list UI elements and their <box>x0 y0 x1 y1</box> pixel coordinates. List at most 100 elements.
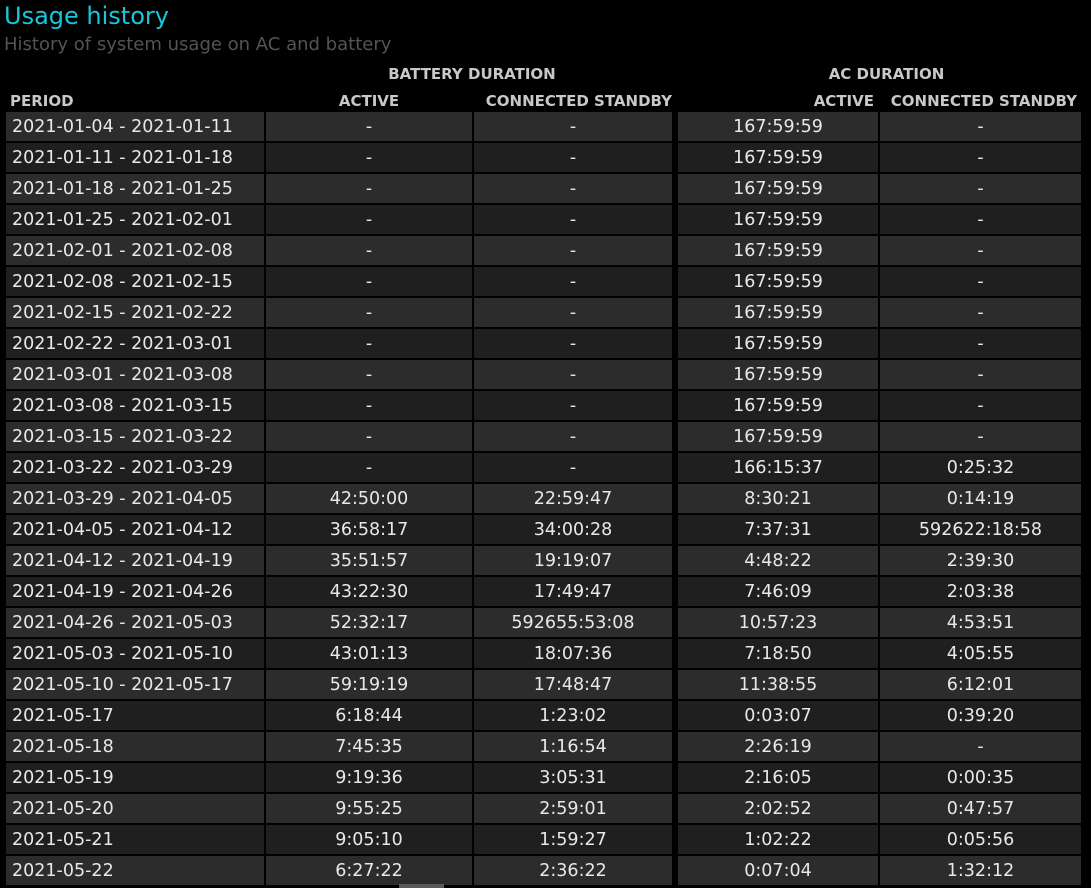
table-row: 2021-03-01 - 2021-03-08- -167:59:59- <box>6 360 1081 389</box>
table-row: 2021-04-05 - 2021-04-12 36:58:17 34:00:28 7… <box>6 515 1081 544</box>
table-row: 2021-02-22 - 2021-03-01- -167:59:59- <box>6 329 1081 358</box>
battery-active-cell: 59:19:19 <box>266 670 472 699</box>
ac-active-cell: 167:59:59 <box>678 391 878 420</box>
ac-active-cell: 1:02:22 <box>678 825 878 854</box>
ac-connected-standby-cell: 0:39:20 <box>880 701 1081 730</box>
period-cell: 2021-02-01 - 2021-02-08 <box>6 236 264 265</box>
ac-active-cell: 167:59:59 <box>678 174 878 203</box>
battery-connected-standby-cell: - <box>474 329 676 358</box>
horizontal-scrollbar-thumb[interactable] <box>399 884 444 888</box>
period-cell: 2021-05-20 <box>6 794 264 823</box>
table-row: 2021-03-29 - 2021-04-05 42:50:00 22:59:47 8… <box>6 484 1081 513</box>
ac-connected-standby-cell: - <box>880 236 1081 265</box>
ac-connected-standby-cell: 0:05:56 <box>880 825 1081 854</box>
battery-active-cell: - <box>266 112 472 141</box>
table-row: 2021-02-15 - 2021-02-22- -167:59:59- <box>6 298 1081 327</box>
battery-connected-standby-cell: 2:59:01 <box>474 794 676 823</box>
battery-active-cell: - <box>266 267 472 296</box>
ac-connected-standby-cell: - <box>880 298 1081 327</box>
period-cell: 2021-05-22 <box>6 856 264 885</box>
usage-history-table: PERIOD ACTIVE CONNECTED STANDBY ACTIVE C… <box>4 88 1083 887</box>
table-row: 2021-05-20 9:55:25 2:59:01 2:02:52 0:47:57 <box>6 794 1081 823</box>
table-row: 2021-05-21 9:05:10 1:59:27 1:02:22 0:05:56 <box>6 825 1081 854</box>
table-row: 2021-01-04 - 2021-01-11- -167:59:59- <box>6 112 1081 141</box>
battery-connected-standby-cell: - <box>474 205 676 234</box>
ac-connected-standby-cell: 6:12:01 <box>880 670 1081 699</box>
battery-active-cell: 6:27:22 <box>266 856 472 885</box>
battery-active-cell: - <box>266 391 472 420</box>
battery-connected-standby-cell: 22:59:47 <box>474 484 676 513</box>
ac-active-cell: 7:18:50 <box>678 639 878 668</box>
ac-connected-standby-cell: - <box>880 174 1081 203</box>
battery-active-cell: 52:32:17 <box>266 608 472 637</box>
ac-active-cell: 167:59:59 <box>678 298 878 327</box>
battery-connected-standby-cell: 18:07:36 <box>474 639 676 668</box>
battery-active-cell: - <box>266 174 472 203</box>
table-row: 2021-01-18 - 2021-01-25- -167:59:59- <box>6 174 1081 203</box>
period-cell: 2021-05-18 <box>6 732 264 761</box>
battery-connected-standby-cell: - <box>474 143 676 172</box>
column-header-battery-connected-standby: CONNECTED STANDBY <box>485 92 672 110</box>
usage-table-body: 2021-01-04 - 2021-01-11- -167:59:59-2021-… <box>6 112 1081 885</box>
ac-active-cell: 167:59:59 <box>678 112 878 141</box>
ac-active-cell: 167:59:59 <box>678 236 878 265</box>
ac-duration-group-header: AC DURATION <box>828 65 945 83</box>
ac-connected-standby-cell: 4:53:51 <box>880 608 1081 637</box>
battery-active-cell: - <box>266 205 472 234</box>
battery-active-cell: 35:51:57 <box>266 546 472 575</box>
column-header-ac-active: ACTIVE <box>813 92 874 110</box>
table-row: 2021-05-17 6:18:44 1:23:02 0:03:07 0:39:20 <box>6 701 1081 730</box>
ac-active-cell: 167:59:59 <box>678 329 878 358</box>
ac-connected-standby-cell: 0:14:19 <box>880 484 1081 513</box>
battery-connected-standby-cell: - <box>474 453 676 482</box>
battery-connected-standby-cell: 592655:53:08 <box>474 608 676 637</box>
table-row: 2021-03-22 - 2021-03-29- -166:15:37 0:25:3… <box>6 453 1081 482</box>
ac-connected-standby-cell: - <box>880 267 1081 296</box>
period-cell: 2021-03-29 - 2021-04-05 <box>6 484 264 513</box>
table-row: 2021-01-11 - 2021-01-18- -167:59:59- <box>6 143 1081 172</box>
battery-duration-group-header: BATTERY DURATION <box>388 65 556 83</box>
period-cell: 2021-05-03 - 2021-05-10 <box>6 639 264 668</box>
battery-connected-standby-cell: 1:59:27 <box>474 825 676 854</box>
ac-connected-standby-cell: - <box>880 360 1081 389</box>
ac-connected-standby-cell: - <box>880 205 1081 234</box>
ac-connected-standby-cell: - <box>880 732 1081 761</box>
ac-active-cell: 167:59:59 <box>678 422 878 451</box>
ac-connected-standby-cell: 2:39:30 <box>880 546 1081 575</box>
ac-connected-standby-cell: 0:00:35 <box>880 763 1081 792</box>
battery-active-cell: 6:18:44 <box>266 701 472 730</box>
period-cell: 2021-03-15 - 2021-03-22 <box>6 422 264 451</box>
column-header-row: PERIOD ACTIVE CONNECTED STANDBY ACTIVE C… <box>6 90 1081 110</box>
battery-connected-standby-cell: 1:16:54 <box>474 732 676 761</box>
table-row: 2021-05-19 9:19:36 3:05:31 2:16:05 0:00:35 <box>6 763 1081 792</box>
ac-connected-standby-cell: - <box>880 329 1081 358</box>
table-row: 2021-04-19 - 2021-04-26 43:22:30 17:49:47 7… <box>6 577 1081 606</box>
table-row: 2021-03-15 - 2021-03-22- -167:59:59- <box>6 422 1081 451</box>
period-cell: 2021-05-21 <box>6 825 264 854</box>
battery-connected-standby-cell: 19:19:07 <box>474 546 676 575</box>
table-row: 2021-05-22 6:27:22 2:36:22 0:07:04 1:32:12 <box>6 856 1081 885</box>
table-row: 2021-05-03 - 2021-05-10 43:01:13 18:07:36 7… <box>6 639 1081 668</box>
table-row: 2021-02-01 - 2021-02-08- -167:59:59- <box>6 236 1081 265</box>
battery-connected-standby-cell: - <box>474 360 676 389</box>
ac-connected-standby-cell: 2:03:38 <box>880 577 1081 606</box>
period-cell: 2021-03-22 - 2021-03-29 <box>6 453 264 482</box>
table-row: 2021-02-08 - 2021-02-15- -167:59:59- <box>6 267 1081 296</box>
battery-connected-standby-cell: 34:00:28 <box>474 515 676 544</box>
battery-connected-standby-cell: 1:23:02 <box>474 701 676 730</box>
battery-connected-standby-cell: - <box>474 236 676 265</box>
ac-connected-standby-cell: 0:47:57 <box>880 794 1081 823</box>
period-cell: 2021-05-17 <box>6 701 264 730</box>
ac-connected-standby-cell: 592622:18:58 <box>880 515 1081 544</box>
period-cell: 2021-02-22 - 2021-03-01 <box>6 329 264 358</box>
ac-connected-standby-cell: 0:25:32 <box>880 453 1081 482</box>
period-cell: 2021-01-18 - 2021-01-25 <box>6 174 264 203</box>
battery-active-cell: - <box>266 329 472 358</box>
period-cell: 2021-04-05 - 2021-04-12 <box>6 515 264 544</box>
battery-connected-standby-cell: - <box>474 267 676 296</box>
ac-active-cell: 7:37:31 <box>678 515 878 544</box>
battery-connected-standby-cell: - <box>474 391 676 420</box>
ac-active-cell: 2:16:05 <box>678 763 878 792</box>
ac-connected-standby-cell: 1:32:12 <box>880 856 1081 885</box>
battery-active-cell: - <box>266 453 472 482</box>
